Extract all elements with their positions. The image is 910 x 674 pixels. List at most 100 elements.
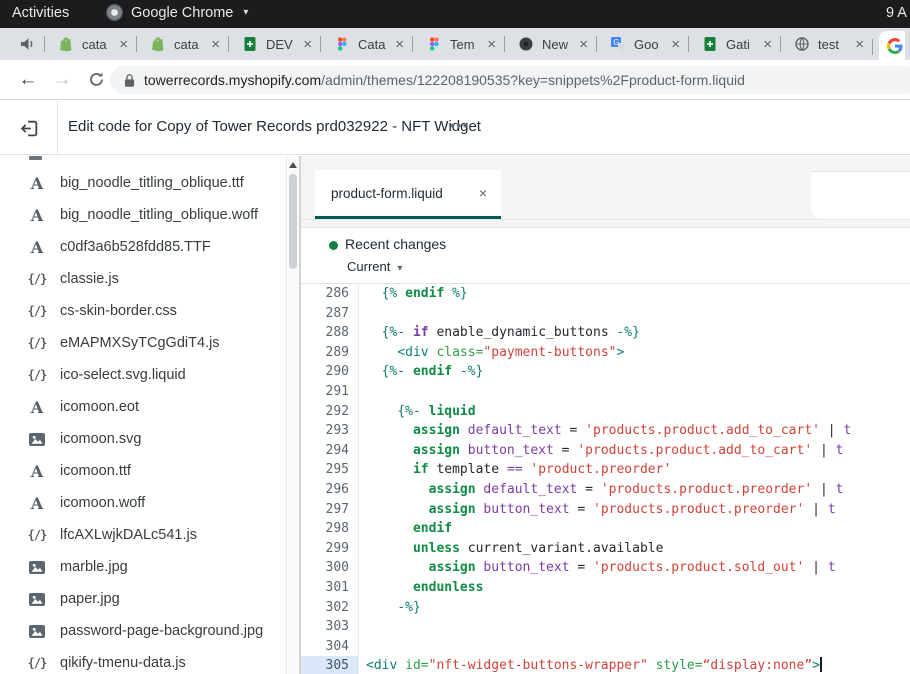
browser-tab[interactable]: New × — [504, 28, 596, 60]
scrollbar-thumb[interactable] — [289, 174, 297, 269]
code-token — [366, 286, 382, 301]
back-button[interactable]: ← — [14, 66, 42, 94]
tab-label: cata — [82, 37, 116, 52]
tab-close-icon[interactable]: × — [393, 37, 406, 52]
code-token: = — [570, 560, 593, 575]
file-list-item[interactable]: paper.jpg — [0, 583, 285, 615]
address-bar[interactable]: towerrecords.myshopify.com/admin/themes/… — [110, 66, 910, 94]
code-token: current_variant.available — [468, 541, 664, 556]
tab-close-icon[interactable]: × — [577, 37, 590, 52]
code-line-text: assign button_text = 'products.product.a… — [359, 441, 843, 461]
sheets-favicon-icon — [242, 36, 258, 52]
file-list-item[interactable]: {/} classie.js — [0, 263, 285, 295]
lock-icon[interactable] — [124, 73, 135, 88]
code-line: 299 unless current_variant.available — [301, 539, 910, 559]
code-token: assign — [429, 482, 476, 497]
code-line: 296 assign default_text = 'products.prod… — [301, 480, 910, 500]
code-editor-panel: product-form.liquid × Recent changes Cur… — [300, 156, 910, 674]
tab-label: Tem — [450, 37, 484, 52]
browser-tab[interactable]: × — [879, 31, 905, 60]
reload-button[interactable] — [82, 66, 110, 94]
file-list-item[interactable]: password-page-background.jpg — [0, 615, 285, 647]
code-editor-content[interactable]: 286 {% endif %} 287 288 {%- if enable_dy… — [301, 284, 910, 674]
code-token: default_text — [483, 482, 577, 497]
file-list-item[interactable]: icomoon.svg — [0, 423, 285, 455]
editor-file-tab[interactable]: product-form.liquid × — [315, 170, 501, 219]
sidebar-scrollbar[interactable] — [286, 156, 299, 674]
file-list-item[interactable]: A icomoon.ttf — [0, 455, 285, 487]
file-list-item[interactable]: A icomoon.woff — [0, 487, 285, 519]
browser-tab[interactable]: cata × — [136, 28, 228, 60]
browser-tab[interactable]: Cata × — [320, 28, 412, 60]
code-line-text — [359, 617, 366, 637]
file-list-item[interactable]: {/} cs-skin-border.css — [0, 295, 285, 327]
shopify-favicon-icon — [58, 36, 74, 52]
code-line: 289 <div class="payment-buttons"> — [301, 343, 910, 363]
file-list-item[interactable]: marble.jpg — [0, 551, 285, 583]
browser-tab[interactable]: test × — [780, 28, 872, 60]
browser-tab[interactable]: G Goo × — [596, 28, 688, 60]
code-token: style= — [656, 658, 703, 673]
browser-tab-strip: cata × cata × DEV × Cata × Tem × New × G… — [0, 28, 910, 60]
tab-close-icon[interactable]: × — [485, 37, 498, 52]
code-line-text: {% endif %} — [359, 284, 468, 304]
tab-close-icon[interactable]: × — [301, 37, 314, 52]
code-file-icon: {/} — [27, 272, 47, 286]
code-token — [499, 462, 507, 477]
line-number: 290 — [301, 362, 359, 382]
code-token: if — [413, 325, 429, 340]
tab-label: cata — [174, 37, 208, 52]
browser-tab[interactable]: cata × — [44, 28, 136, 60]
tab-label: Goo — [634, 37, 668, 52]
code-token: = — [577, 482, 600, 497]
tab-close-icon[interactable]: × — [117, 37, 130, 52]
code-token — [366, 462, 413, 477]
code-line: 298 endif — [301, 519, 910, 539]
file-list-item[interactable]: {/} eMAPMXSyTCgGdiT4.js — [0, 327, 285, 359]
code-line: 294 assign button_text = 'products.produ… — [301, 441, 910, 461]
forward-button[interactable]: → — [48, 66, 76, 94]
file-list-item[interactable]: A icomoon.eot — [0, 391, 285, 423]
more-actions-button[interactable]: ••• — [450, 117, 469, 133]
line-number: 302 — [301, 598, 359, 618]
code-token — [366, 521, 413, 536]
code-token: t — [836, 443, 844, 458]
file-list-item[interactable]: {/} lfcAXLwjkDALc541.js — [0, 519, 285, 551]
line-number: 287 — [301, 304, 359, 324]
tab-close-icon[interactable]: × — [761, 37, 774, 52]
tab-close-icon[interactable]: × — [853, 37, 866, 52]
code-token: <div — [366, 658, 397, 673]
editor-tab-bar-notch — [811, 172, 910, 219]
line-number: 299 — [301, 539, 359, 559]
tab-close-icon[interactable]: × — [209, 37, 222, 52]
browser-tab[interactable]: Tem × — [412, 28, 504, 60]
code-token: button_text — [468, 443, 554, 458]
file-name: qikify-tmenu-data.js — [60, 655, 186, 671]
app-menu[interactable]: Google Chrome ▾ — [106, 4, 248, 21]
tab-close-icon[interactable]: × — [669, 37, 682, 52]
clipped-file-icon-fragment — [29, 156, 42, 160]
file-list-item[interactable]: {/} ico-select.svg.liquid — [0, 359, 285, 391]
file-list-item[interactable]: {/} qikify-tmenu-data.js — [0, 647, 285, 674]
browser-tab[interactable]: DEV × — [228, 28, 320, 60]
clock[interactable]: 9 A — [886, 5, 907, 21]
code-token — [405, 364, 413, 379]
line-number: 305 — [301, 656, 359, 674]
code-token — [405, 325, 413, 340]
version-selector[interactable]: Current▾ — [347, 259, 402, 274]
line-number: 296 — [301, 480, 359, 500]
file-name: lfcAXLwjkDALc541.js — [60, 527, 197, 543]
code-token: assign — [413, 423, 460, 438]
browser-tab[interactable]: Gati × — [688, 28, 780, 60]
code-token: t — [836, 482, 844, 497]
editor-tab-close-icon[interactable]: × — [479, 185, 487, 201]
exit-code-editor-button[interactable] — [20, 119, 39, 138]
activities-button[interactable]: Activities — [12, 5, 69, 21]
code-token: | — [820, 423, 843, 438]
file-list-item[interactable]: A big_noodle_titling_oblique.ttf — [0, 167, 285, 199]
scroll-up-arrow-icon[interactable] — [289, 162, 297, 168]
file-list-item[interactable]: A big_noodle_titling_oblique.woff — [0, 199, 285, 231]
file-list-item[interactable]: A c0df3a6b528fdd85.TTF — [0, 231, 285, 263]
tab-label: DEV — [266, 37, 300, 52]
speaker-icon[interactable] — [18, 35, 36, 53]
